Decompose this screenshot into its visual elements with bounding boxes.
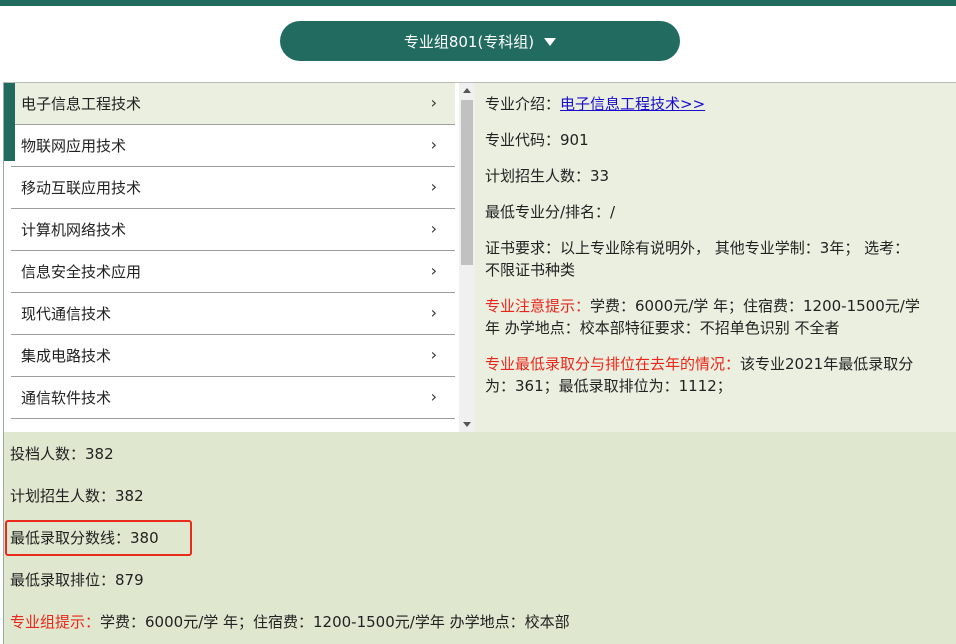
scroll-up-arrow-icon[interactable] [463, 88, 471, 93]
major-code: 专业代码：901 [485, 131, 589, 149]
top-strip [0, 0, 956, 6]
major-item-modern-comm[interactable]: 现代通信技术 › [11, 293, 455, 335]
scroll-thumb[interactable] [461, 100, 473, 265]
major-item-label: 电子信息工程技术 [21, 95, 142, 113]
scroll-down-arrow-icon[interactable] [463, 422, 471, 427]
group-hint-text: 学费：6000元/学 年；住宿费：1200-1500元/学年 办学地点：校本部 [100, 613, 570, 631]
history-label: 专业最低录取分与排位在去年的情况： [485, 355, 741, 373]
chevron-right-icon: › [430, 177, 437, 196]
major-item-comm-software[interactable]: 通信软件技术 › [11, 377, 455, 419]
cert-line-1: 证书要求：以上专业除有说明外， 其他专业学制：3年； 选考： [485, 239, 910, 257]
group-hint-label: 专业组提示： [10, 613, 101, 631]
history-line-1: 该专业2021年最低录取分 [740, 355, 914, 373]
submitted-count: 投档人数：382 [10, 445, 114, 463]
major-detail-panel: 专业介绍：电子信息工程技术>> 专业代码：901 计划招生人数：33 最低专业分… [475, 83, 956, 432]
major-item-label: 移动互联应用技术 [21, 179, 142, 197]
major-intro-label: 专业介绍： [485, 95, 561, 113]
chevron-right-icon: › [430, 345, 437, 364]
major-item-label: 计算机网络技术 [21, 221, 127, 239]
chevron-right-icon: › [430, 303, 437, 322]
major-item-iot[interactable]: 物联网应用技术 › [11, 125, 455, 167]
major-item-info-security[interactable]: 信息安全技术应用 › [11, 251, 455, 293]
major-item-electronic-info[interactable]: 电子信息工程技术 › [11, 83, 455, 125]
major-item-label: 物联网应用技术 [21, 137, 127, 155]
major-item-label: 通信软件技术 [21, 389, 112, 407]
certificate-requirement: 证书要求：以上专业除有说明外， 其他专业学制：3年； 选考： 不限证书种类 [485, 237, 945, 281]
chevron-right-icon: › [430, 219, 437, 238]
major-plan-count: 计划招生人数：33 [485, 167, 610, 185]
major-notice-line-1: 学费：6000元/学 年；住宿费：1200-1500元/学 [590, 297, 920, 315]
cert-line-2: 不限证书种类 [485, 261, 576, 279]
chevron-right-icon: › [430, 93, 437, 112]
last-year-history: 专业最低录取分与排位在去年的情况：该专业2021年最低录取分 为：361；最低录… [485, 353, 945, 397]
chevron-right-icon: › [430, 387, 437, 406]
chevron-right-icon: › [430, 261, 437, 280]
group-hint: 专业组提示：学费：6000元/学 年；住宿费：1200-1500元/学年 办学地… [10, 611, 570, 633]
major-item-integrated-circuit[interactable]: 集成电路技术 › [11, 335, 455, 377]
caret-down-icon [544, 38, 557, 46]
group-plan-count: 计划招生人数：382 [10, 487, 144, 505]
group-min-rank: 最低录取排位：879 [10, 571, 144, 589]
major-item-label: 集成电路技术 [21, 347, 112, 365]
major-notice-line-2: 年 办学地点：校本部特征要求：不招单色识别 不全者 [485, 319, 840, 337]
major-notice-label: 专业注意提示： [485, 297, 591, 315]
group-selector-button[interactable]: 专业组801(专科组) [280, 21, 680, 61]
major-item-label: 信息安全技术应用 [21, 263, 142, 281]
group-selector-label: 专业组801(专科组) [403, 32, 535, 51]
major-intro-link[interactable]: 电子信息工程技术>> [560, 95, 705, 113]
major-list-scrollbar[interactable] [459, 83, 475, 432]
major-min-score-rank: 最低专业分/排名：/ [485, 203, 616, 221]
min-score-highlight-box [5, 520, 192, 556]
major-intro-line: 专业介绍：电子信息工程技术>> [485, 93, 946, 115]
major-item-label: 现代通信技术 [21, 305, 112, 323]
active-item-accent [4, 83, 15, 161]
chevron-right-icon: › [430, 135, 437, 154]
major-notice: 专业注意提示：学费：6000元/学 年；住宿费：1200-1500元/学 年 办… [485, 295, 945, 339]
history-line-2: 为：361；最低录取排位为：1112； [485, 377, 732, 395]
major-item-mobile-internet[interactable]: 移动互联应用技术 › [11, 167, 455, 209]
major-item-computer-network[interactable]: 计算机网络技术 › [11, 209, 455, 251]
